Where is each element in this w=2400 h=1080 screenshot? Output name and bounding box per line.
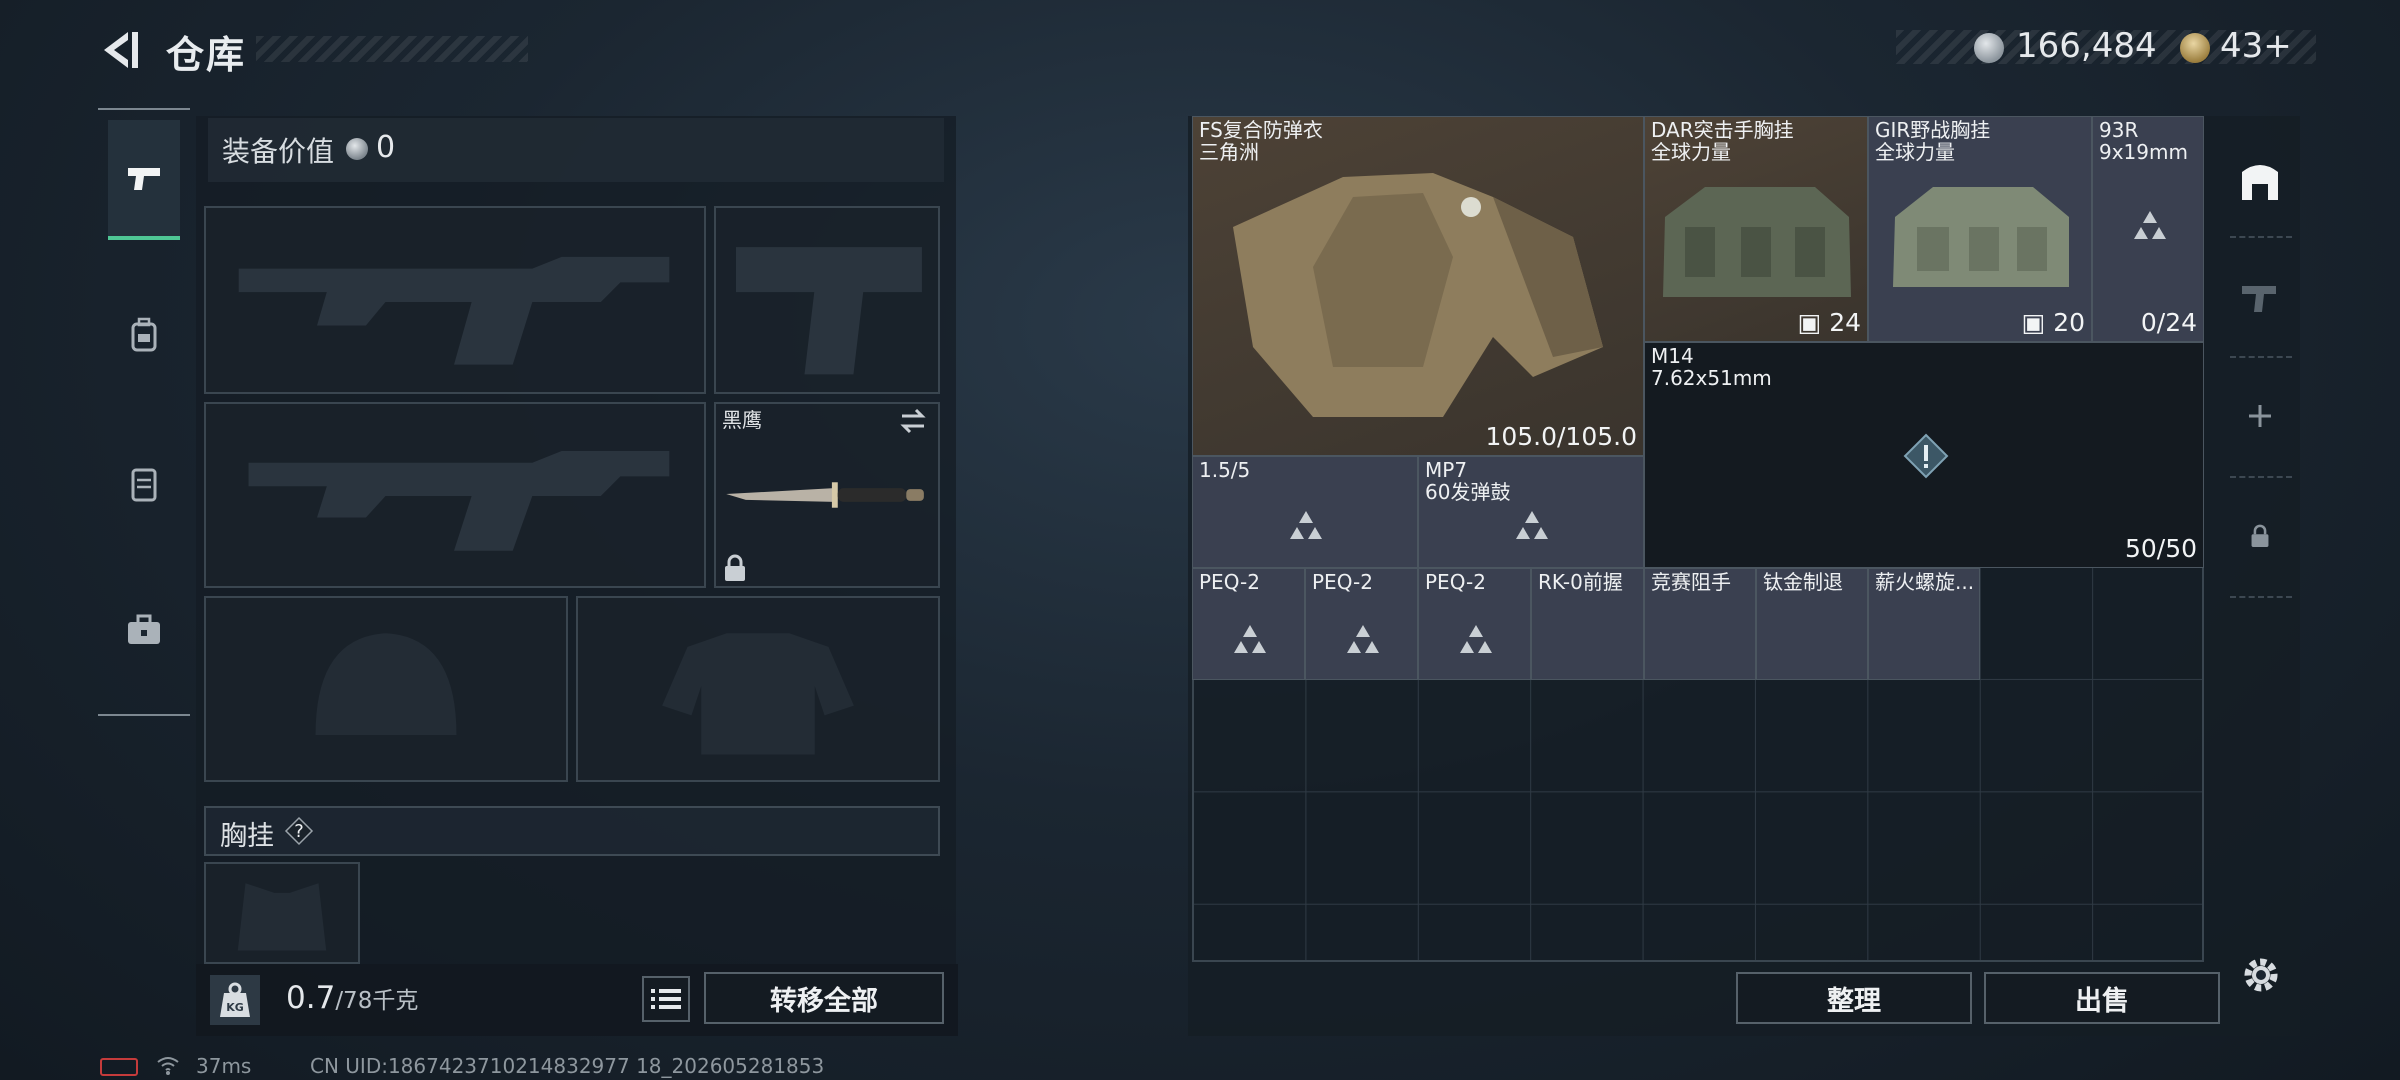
plus-icon [2249,405,2271,427]
help-icon[interactable]: ? [284,816,314,846]
nav-armor[interactable] [108,424,180,544]
carry-weight: 0.7/78千克 [286,980,419,1016]
battery-icon [100,1058,138,1076]
swap-icon[interactable] [898,406,928,436]
pistol-silhouette-icon [735,247,922,375]
list-view-button[interactable] [642,976,690,1022]
warehouse-icon [2242,165,2278,200]
stash-item-mp7-drum[interactable]: MP7 60发弹鼓 [1418,456,1644,568]
stash-item-fire-spiral[interactable]: 薪火螺旋... [1868,568,1980,680]
body-armor-slot[interactable] [576,596,940,782]
coin-icon [1974,33,2004,63]
coin-icon [346,138,368,160]
stash-item-scope[interactable]: 1.5/5 [1192,456,1418,568]
chest-rig-header [204,806,940,856]
transfer-all-button[interactable]: 转移全部 [704,972,944,1024]
stash-item-comp-brake[interactable]: 竞赛阻手 [1644,568,1756,680]
title-decoration [256,36,528,62]
nav-toolbox[interactable] [108,570,180,690]
equipment-value-label: 装备价值 [222,135,335,168]
nav-backpack[interactable] [108,276,180,396]
locked-stash-tab[interactable] [2222,496,2298,576]
lock-icon [2251,524,2269,547]
rarity-triangle-icon [1347,625,1379,653]
rig-silhouette-icon [237,883,327,951]
stash-item-peq2[interactable]: PEQ-2 [1305,568,1418,680]
rarity-triangle-icon [1516,511,1548,539]
help-mark: ? [294,821,304,842]
body-armor-image [1233,173,1603,417]
stash-tab-home[interactable] [2222,140,2298,220]
rarity-triangle-icon [1234,625,1266,653]
coin-balance: 166,484 [2016,26,2157,66]
stash-item-m14[interactable]: M14 7.62x51mm 50/50 [1644,342,2204,568]
stash-item-gir-rig[interactable]: GIR野战胸挂 全球力量 ▣ 20 [1868,116,2092,342]
sell-button[interactable]: 出售 [1984,972,2220,1024]
token-icon [2180,33,2210,63]
stash-tab-weapons[interactable] [2222,256,2298,336]
pistol-icon [128,168,160,190]
gear-icon[interactable] [2238,952,2284,998]
list-icon [651,989,681,1009]
stash-item-rk0-grip[interactable]: RK-0前握 [1531,568,1644,680]
armor-icon [131,468,157,502]
toolbox-icon [128,614,160,644]
rifle-silhouette-icon [248,450,670,551]
durability-icon: ▣ [1797,308,1822,337]
secondary-weapon-slot[interactable] [204,402,706,588]
ping-readout: 37ms [196,1054,252,1078]
durability-icon: ▣ [2021,308,2046,337]
chest-rig-slot[interactable] [204,862,360,964]
rifle-silhouette-icon [238,256,670,365]
stash-item-93r[interactable]: 93R 9x19mm 0/24 [2092,116,2204,342]
helmet-silhouette-icon [315,633,457,735]
armor-silhouette-icon [662,633,854,755]
add-stash-tab-button[interactable] [2222,376,2298,456]
token-balance[interactable]: 43+ [2220,26,2292,66]
lock-icon [725,554,745,581]
helmet-slot[interactable] [204,596,568,782]
page-title: 仓库 [166,33,247,77]
nav-weapons[interactable] [108,120,180,240]
rarity-triangle-icon [1460,625,1492,653]
back-arrow-icon[interactable] [98,28,142,72]
add-token-icon[interactable]: + [2263,26,2292,66]
alert-icon [1903,433,1949,479]
svg-text:KG: KG [226,1001,244,1014]
user-uid: CN UID:1867423710214832977 18_2026052818… [310,1054,825,1078]
backpack-icon [131,317,157,352]
chest-rig-label: 胸挂 [220,821,274,852]
equipment-value: 0 [376,130,396,165]
wifi-icon [157,1057,179,1075]
stash-item-peq2[interactable]: PEQ-2 [1418,568,1531,680]
sidearm-slot[interactable] [714,206,940,394]
primary-weapon-slot[interactable] [204,206,706,394]
sort-button[interactable]: 整理 [1736,972,1972,1024]
stash-item-fs-armor[interactable]: FS复合防弹衣 三角洲 105.0/105.0 [1192,116,1644,456]
stash-item-peq2[interactable]: PEQ-2 [1192,568,1305,680]
rarity-triangle-icon [2134,211,2166,239]
stash-item-dar-rig[interactable]: DAR突击手胸挂 全球力量 ▣ 24 [1644,116,1868,342]
weapon-crate-icon [2242,286,2276,312]
melee-item-name: 黑鹰 [722,408,762,432]
weight-icon: KG [210,975,260,1025]
rarity-triangle-icon [1290,511,1322,539]
stash-item-ti-brake[interactable]: 钛金制退 [1756,568,1868,680]
